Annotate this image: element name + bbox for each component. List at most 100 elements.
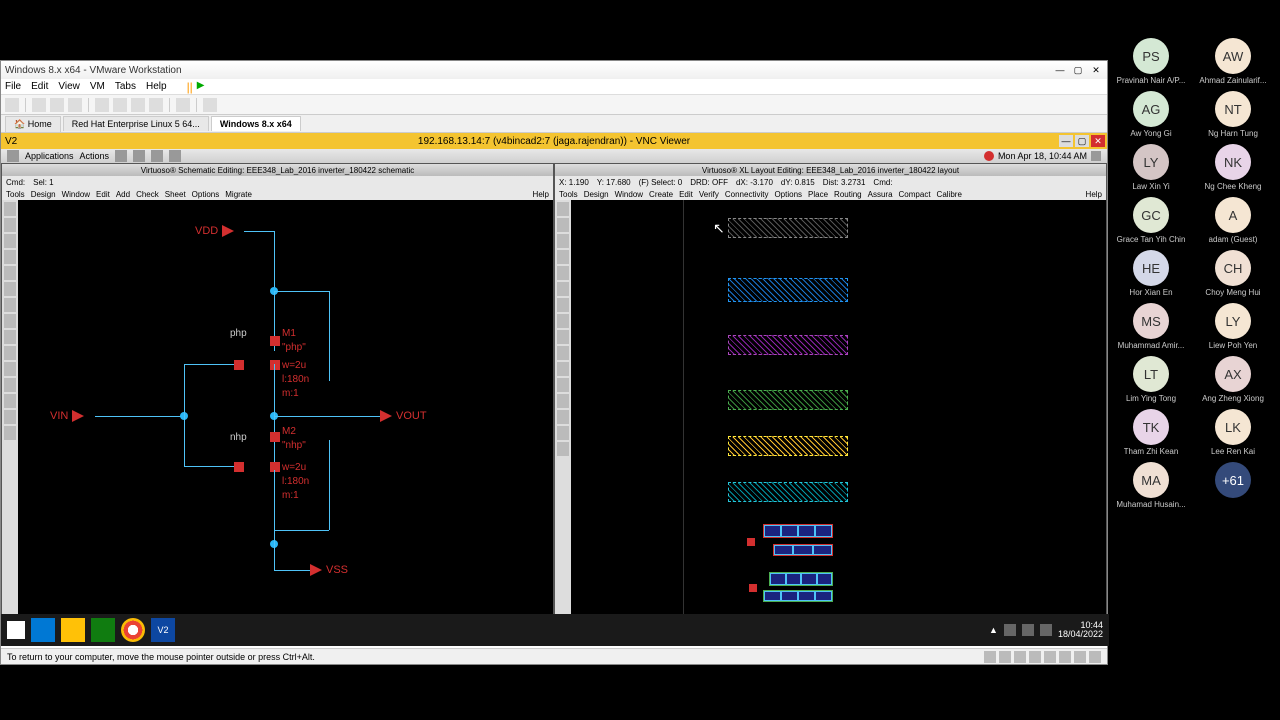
wire[interactable] — [184, 364, 234, 365]
device-icon[interactable] — [1044, 651, 1056, 663]
wire[interactable] — [274, 231, 275, 291]
menu-edit[interactable]: Edit — [31, 81, 48, 92]
maximize-button[interactable]: ▢ — [1075, 135, 1089, 147]
device-icon[interactable] — [1014, 651, 1026, 663]
wire[interactable] — [184, 364, 185, 466]
mosfet-pmos[interactable] — [270, 336, 280, 346]
chrome-icon[interactable] — [121, 618, 145, 642]
explorer-icon[interactable] — [61, 618, 85, 642]
wire[interactable] — [274, 416, 384, 417]
pin-vin[interactable]: VIN — [50, 410, 84, 422]
device-icon[interactable] — [984, 651, 996, 663]
toolbar-icon[interactable] — [68, 98, 82, 112]
toolbar-icon[interactable] — [50, 98, 64, 112]
participant[interactable]: NKNg Chee Kheng — [1194, 144, 1272, 191]
minimize-button[interactable]: — — [1053, 64, 1067, 76]
tool-icon[interactable] — [557, 298, 569, 312]
menu-sheet[interactable]: Sheet — [165, 190, 186, 199]
device-icon[interactable] — [999, 651, 1011, 663]
actions-menu[interactable]: Actions — [80, 151, 110, 161]
pin-vout[interactable]: VOUT — [380, 410, 427, 422]
tray-icon[interactable] — [1022, 624, 1034, 636]
layout-titlebar[interactable]: Virtuoso® XL Layout Editing: EEE348_Lab_… — [555, 164, 1106, 176]
wire[interactable] — [274, 291, 329, 292]
device-instance[interactable] — [763, 524, 833, 538]
menu-calibre[interactable]: Calibre — [937, 190, 962, 199]
mosfet-terminal[interactable] — [234, 360, 244, 370]
layer-rect[interactable] — [728, 390, 848, 410]
tool-icon[interactable] — [557, 362, 569, 376]
tool-icon[interactable] — [4, 218, 16, 232]
tool-icon[interactable] — [557, 266, 569, 280]
taskbar-icon[interactable] — [151, 150, 163, 162]
layer-rect[interactable] — [728, 436, 848, 456]
taskbar-icon[interactable] — [169, 150, 181, 162]
clock[interactable]: Mon Apr 18, 10:44 AM — [998, 151, 1087, 161]
menu-help[interactable]: Help — [146, 81, 167, 92]
tool-icon[interactable] — [4, 266, 16, 280]
participant[interactable]: LTLim Ying Tong — [1112, 356, 1190, 403]
tray-icon[interactable] — [1004, 624, 1016, 636]
pin-vss[interactable]: VSS — [310, 564, 348, 576]
menu-compact[interactable]: Compact — [899, 190, 931, 199]
tab-home[interactable]: 🏠 Home — [5, 116, 61, 132]
tool-icon[interactable] — [4, 314, 16, 328]
tool-icon[interactable] — [557, 202, 569, 216]
close-button[interactable]: ✕ — [1089, 64, 1103, 76]
menu-migrate[interactable]: Migrate — [225, 190, 252, 199]
tool-icon[interactable] — [557, 346, 569, 360]
tool-icon[interactable] — [4, 346, 16, 360]
menu-help[interactable]: Help — [1086, 190, 1102, 199]
tool-icon[interactable] — [4, 250, 16, 264]
device-icon[interactable] — [1059, 651, 1071, 663]
layer-rect[interactable] — [728, 482, 848, 502]
menu-window[interactable]: Window — [615, 190, 643, 199]
menu-create[interactable]: Create — [649, 190, 673, 199]
device-instance[interactable] — [769, 572, 833, 586]
menu-assura[interactable]: Assura — [868, 190, 893, 199]
pin-vdd[interactable]: VDD — [195, 225, 234, 237]
wire[interactable] — [329, 440, 330, 530]
participant[interactable]: LKLee Ren Kai — [1194, 409, 1272, 456]
menu-connectivity[interactable]: Connectivity — [725, 190, 769, 199]
menu-design[interactable]: Design — [584, 190, 609, 199]
start-button[interactable] — [7, 621, 25, 639]
menu-file[interactable]: File — [5, 81, 21, 92]
menu-tabs[interactable]: Tabs — [115, 81, 136, 92]
marker-icon[interactable] — [749, 584, 757, 592]
menu-options[interactable]: Options — [192, 190, 220, 199]
toolbar-icon[interactable] — [149, 98, 163, 112]
menu-check[interactable]: Check — [136, 190, 159, 199]
redhat-icon[interactable] — [7, 150, 19, 162]
play-icon[interactable]: ▶ — [197, 80, 205, 94]
marker-icon[interactable] — [747, 538, 755, 546]
toolbar-icon[interactable] — [203, 98, 217, 112]
tool-icon[interactable] — [557, 410, 569, 424]
participant[interactable]: AGAw Yong Gi — [1112, 91, 1190, 138]
participant[interactable]: PSPravinah Nair A/P... — [1112, 38, 1190, 85]
menu-add[interactable]: Add — [116, 190, 130, 199]
volume-icon[interactable] — [1091, 151, 1101, 161]
wire[interactable] — [184, 466, 234, 467]
wire[interactable] — [274, 570, 314, 571]
tool-icon[interactable] — [4, 330, 16, 344]
notification-icon[interactable] — [984, 151, 994, 161]
tool-icon[interactable] — [4, 378, 16, 392]
tool-icon[interactable] — [557, 378, 569, 392]
menu-edit[interactable]: Edit — [96, 190, 110, 199]
tool-icon[interactable] — [4, 282, 16, 296]
wire[interactable] — [274, 364, 275, 466]
layer-rect[interactable] — [728, 335, 848, 355]
layer-rect[interactable] — [728, 218, 848, 238]
vnc-icon[interactable]: V2 — [151, 618, 175, 642]
pause-icon[interactable]: || — [187, 80, 193, 94]
ie-icon[interactable] — [31, 618, 55, 642]
wire[interactable] — [329, 291, 330, 381]
device-icon[interactable] — [1089, 651, 1101, 663]
menu-tools[interactable]: Tools — [559, 190, 578, 199]
device-icon[interactable] — [1029, 651, 1041, 663]
tray-chevron-icon[interactable]: ▲ — [989, 625, 998, 635]
participant[interactable]: HEHor Xian En — [1112, 250, 1190, 297]
menu-tools[interactable]: Tools — [6, 190, 25, 199]
menu-vm[interactable]: VM — [90, 81, 105, 92]
